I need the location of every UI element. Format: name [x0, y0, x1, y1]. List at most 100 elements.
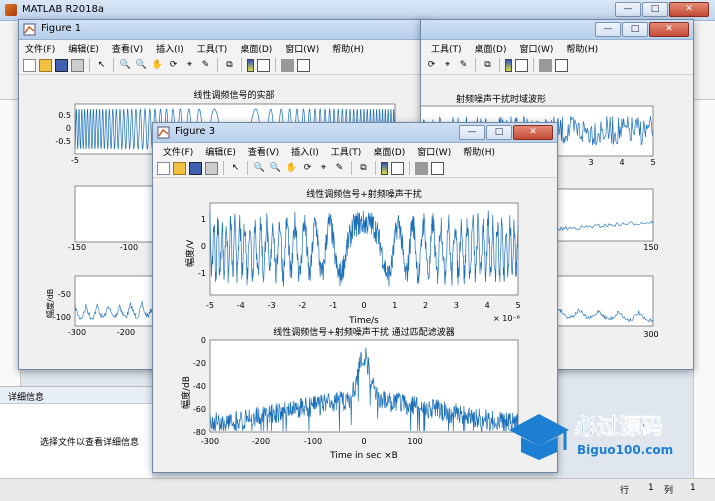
pan-hand-icon[interactable]: ✋ — [285, 162, 298, 175]
menu-tools[interactable]: 工具(T) — [197, 42, 228, 55]
maximize-button[interactable]: □ — [622, 22, 648, 37]
figure1-titlebar[interactable]: Figure 1 — [19, 20, 427, 40]
fig2-plot2-xtick: 150 — [643, 243, 658, 252]
menu-tools[interactable]: 工具(T) — [431, 42, 462, 55]
data-cursor-icon[interactable]: ⌖ — [183, 59, 196, 72]
minimize-button[interactable]: — — [595, 22, 621, 37]
menu-edit[interactable]: 编辑(E) — [68, 42, 99, 55]
menu-desktop[interactable]: 桌面(D) — [240, 42, 272, 55]
figure2-toolbar: ⟳ ⌖ ✎ ⧉ — [421, 56, 693, 75]
maximize-button[interactable]: □ — [486, 125, 512, 140]
figure3-titlebar[interactable]: Figure 3 — □ ✕ — [153, 123, 557, 143]
zoom-out-icon[interactable]: 🔍 — [269, 162, 282, 175]
fig3-plot1-exponent: × 10⁻⁶ — [493, 314, 520, 323]
legend-icon[interactable] — [515, 58, 528, 72]
close-button[interactable]: ✕ — [513, 125, 553, 140]
toolbar-separator — [89, 58, 90, 72]
menu-edit[interactable]: 编辑(E) — [205, 145, 236, 158]
toolbar-separator — [351, 161, 352, 175]
toolbar-separator — [533, 58, 534, 72]
save-icon[interactable] — [189, 161, 202, 175]
zoom-in-icon[interactable]: 🔍 — [119, 59, 132, 72]
zoom-out-icon[interactable]: 🔍 — [135, 59, 148, 72]
figure3-window[interactable]: Figure 3 — □ ✕ 文件(F) 编辑(E) 查看(V) 插入(I) 工… — [152, 122, 558, 473]
brush-icon[interactable]: ✎ — [199, 59, 212, 72]
fig3-plot2-ylabel: 幅度/dB — [180, 376, 192, 409]
show-plot-tools-icon[interactable] — [555, 58, 568, 72]
open-file-icon[interactable] — [39, 58, 52, 72]
minimize-button[interactable]: — — [615, 2, 641, 17]
toolbar-separator — [409, 161, 410, 175]
figure2-titlebar[interactable]: — □ ✕ — [421, 20, 693, 40]
menu-window[interactable]: 窗口(W) — [519, 42, 553, 55]
legend-icon[interactable] — [257, 58, 270, 72]
maximize-button[interactable]: □ — [642, 2, 668, 17]
close-button[interactable]: ✕ — [649, 22, 689, 37]
link-plot-icon[interactable]: ⧉ — [223, 59, 236, 72]
fig2-plot3-xtick: 300 — [643, 330, 658, 339]
details-hint: 选择文件以查看详细信息 — [40, 438, 140, 448]
figure2-menubar: 工具(T) 桌面(D) 窗口(W) 帮助(H) — [421, 40, 693, 56]
toolbar-separator — [499, 58, 500, 72]
brush-icon[interactable]: ✎ — [333, 162, 346, 175]
minimize-button[interactable]: — — [459, 125, 485, 140]
show-plot-tools-icon[interactable] — [431, 161, 444, 175]
show-plot-tools-icon[interactable] — [297, 58, 310, 72]
fig3-plot1-xtick: -5 — [206, 301, 214, 310]
menu-help[interactable]: 帮助(H) — [566, 42, 598, 55]
menu-file[interactable]: 文件(F) — [163, 145, 193, 158]
legend-icon[interactable] — [391, 161, 404, 175]
data-cursor-icon[interactable]: ⌖ — [317, 162, 330, 175]
rotate-3d-icon[interactable]: ⟳ — [167, 59, 180, 72]
save-icon[interactable] — [55, 58, 68, 72]
edit-plot-arrow-icon[interactable]: ↖ — [229, 162, 242, 175]
fig1-plot1-ytick: 0 — [66, 124, 71, 133]
fig2-plot1-xtick: 5 — [650, 158, 655, 167]
fig1-plot1-xtick: -5 — [71, 156, 79, 165]
fig2-plot1-xtick: 4 — [619, 158, 624, 167]
menu-desktop[interactable]: 桌面(D) — [475, 42, 507, 55]
toolbar-separator — [241, 58, 242, 72]
colorbar-icon[interactable] — [381, 161, 388, 175]
menu-help[interactable]: 帮助(H) — [332, 42, 364, 55]
fig3-plot2-xtick: -100 — [304, 437, 322, 446]
menu-view[interactable]: 查看(V) — [112, 42, 143, 55]
colorbar-icon[interactable] — [505, 58, 512, 72]
rotate-3d-icon[interactable]: ⟳ — [425, 59, 438, 72]
open-file-icon[interactable] — [173, 161, 186, 175]
menu-insert[interactable]: 插入(I) — [291, 145, 319, 158]
fig3-plot1-xtick: 3 — [454, 301, 459, 310]
watermark-sub-text: Biguo100.com — [577, 443, 673, 457]
matlab-logo-icon — [5, 4, 17, 16]
new-figure-icon[interactable] — [157, 161, 170, 175]
new-figure-icon[interactable] — [23, 58, 36, 72]
colorbar-icon[interactable] — [247, 58, 254, 72]
data-cursor-icon[interactable]: ⌖ — [441, 59, 454, 72]
hide-plot-tools-icon[interactable] — [539, 58, 552, 72]
link-plot-icon[interactable]: ⧉ — [357, 162, 370, 175]
print-icon[interactable] — [205, 161, 218, 175]
zoom-in-icon[interactable]: 🔍 — [253, 162, 266, 175]
print-icon[interactable] — [71, 58, 84, 72]
fig3-plot2-ytick: -80 — [193, 428, 206, 437]
menu-insert[interactable]: 插入(I) — [156, 42, 184, 55]
figure3-canvas: 线性调频信号+射频噪声干扰 幅度/V 1 0 -1 -5 -4 -3 -2 -1 0 1 2 3… — [153, 179, 557, 472]
hide-plot-tools-icon[interactable] — [281, 58, 294, 72]
fig3-plot1-xtick: -1 — [329, 301, 337, 310]
fig3-plot2-title: 线性调频信号+射频噪声干扰 通过匹配滤波器 — [273, 326, 454, 338]
menu-desktop[interactable]: 桌面(D) — [373, 145, 405, 158]
menu-window[interactable]: 窗口(W) — [285, 42, 319, 55]
menu-tools[interactable]: 工具(T) — [331, 145, 362, 158]
close-button[interactable]: ✕ — [669, 2, 709, 17]
menu-view[interactable]: 查看(V) — [248, 145, 279, 158]
edit-plot-arrow-icon[interactable]: ↖ — [95, 59, 108, 72]
link-plot-icon[interactable]: ⧉ — [481, 59, 494, 72]
hide-plot-tools-icon[interactable] — [415, 161, 428, 175]
pan-hand-icon[interactable]: ✋ — [151, 59, 164, 72]
menu-window[interactable]: 窗口(W) — [417, 145, 451, 158]
details-title: 详细信息 — [8, 393, 45, 403]
menu-file[interactable]: 文件(F) — [25, 42, 55, 55]
brush-icon[interactable]: ✎ — [457, 59, 470, 72]
menu-help[interactable]: 帮助(H) — [463, 145, 495, 158]
rotate-3d-icon[interactable]: ⟳ — [301, 162, 314, 175]
